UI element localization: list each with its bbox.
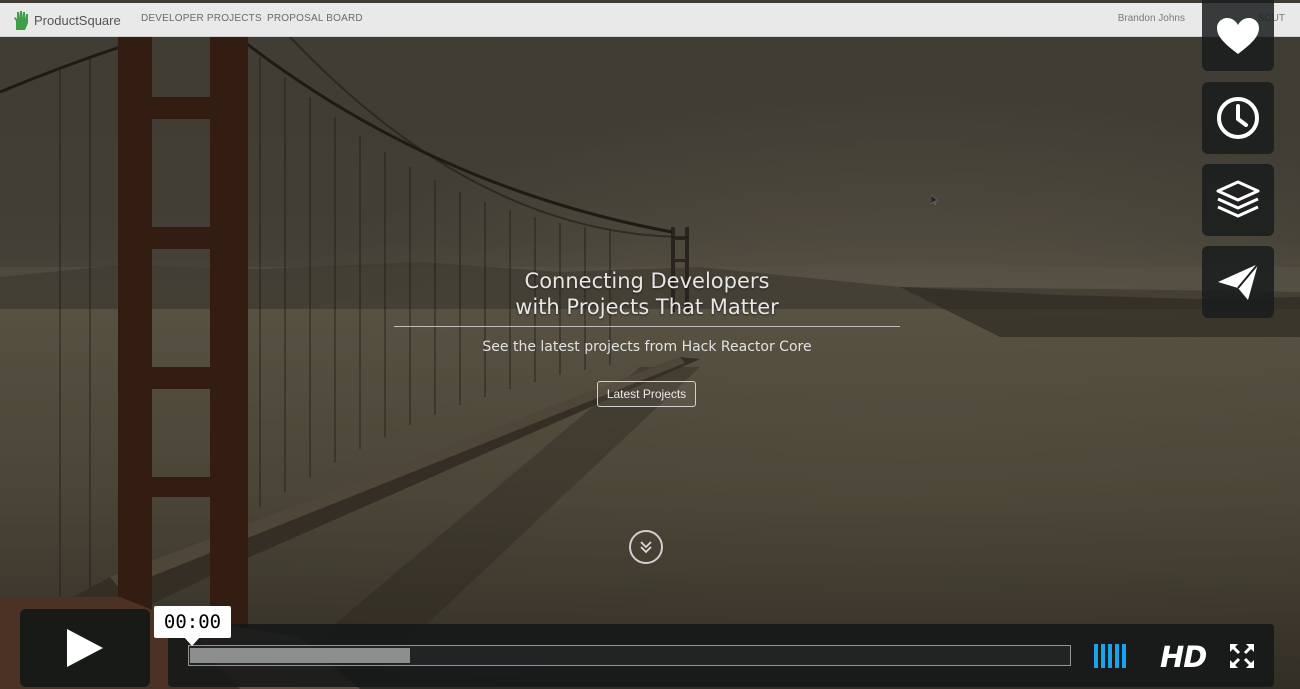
heart-icon: [1217, 17, 1259, 54]
user-name: Brandon Johns: [1117, 13, 1185, 24]
progress-bar[interactable]: [188, 645, 1071, 666]
play-icon: [67, 629, 103, 667]
volume-bar: [1115, 644, 1119, 668]
hand-logo-icon: [14, 11, 28, 30]
brand-logo[interactable]: ProductSquare: [12, 9, 121, 31]
brand-name: ProductSquare: [34, 12, 121, 28]
hd-toggle[interactable]: HD: [1160, 640, 1207, 674]
fullscreen-icon[interactable]: [1229, 643, 1255, 669]
volume-control[interactable]: [1094, 644, 1126, 668]
hero: Connecting Developers with Projects That…: [394, 268, 900, 355]
double-chevron-down-icon: [640, 541, 652, 554]
volume-bar: [1094, 644, 1098, 668]
volume-bar: [1108, 644, 1112, 668]
hero-headline-line1: Connecting Developers: [524, 269, 770, 293]
hero-headline: Connecting Developers with Projects That…: [394, 268, 900, 320]
nav-developer-projects[interactable]: DEVELOPER PROJECTS: [141, 13, 262, 24]
send-icon: [1218, 263, 1259, 300]
play-button[interactable]: [20, 609, 150, 687]
share-button[interactable]: [1202, 246, 1274, 318]
clock-icon: [1217, 97, 1259, 139]
scroll-down-button[interactable]: [629, 530, 663, 564]
layers-icon: [1216, 180, 1260, 218]
watch-later-button[interactable]: [1202, 82, 1274, 154]
mouse-cursor-icon: [931, 195, 939, 205]
video-frame: ProductSquare DEVELOPER PROJECTS PROPOSA…: [0, 0, 1300, 689]
volume-bar: [1122, 644, 1126, 668]
hero-divider: [394, 326, 900, 327]
collections-button[interactable]: [1202, 164, 1274, 236]
hero-subheading: See the latest projects from Hack Reacto…: [482, 339, 812, 355]
volume-bar: [1101, 644, 1105, 668]
time-tooltip: 00:00: [154, 606, 231, 646]
nav-proposal-board[interactable]: PROPOSAL BOARD: [267, 13, 363, 24]
progress-loaded: [190, 648, 410, 663]
like-button[interactable]: [1202, 0, 1274, 71]
hero-headline-line2: with Projects That Matter: [515, 295, 779, 319]
latest-projects-button[interactable]: Latest Projects: [597, 381, 696, 407]
site-navbar: ProductSquare DEVELOPER PROJECTS PROPOSA…: [0, 3, 1300, 37]
